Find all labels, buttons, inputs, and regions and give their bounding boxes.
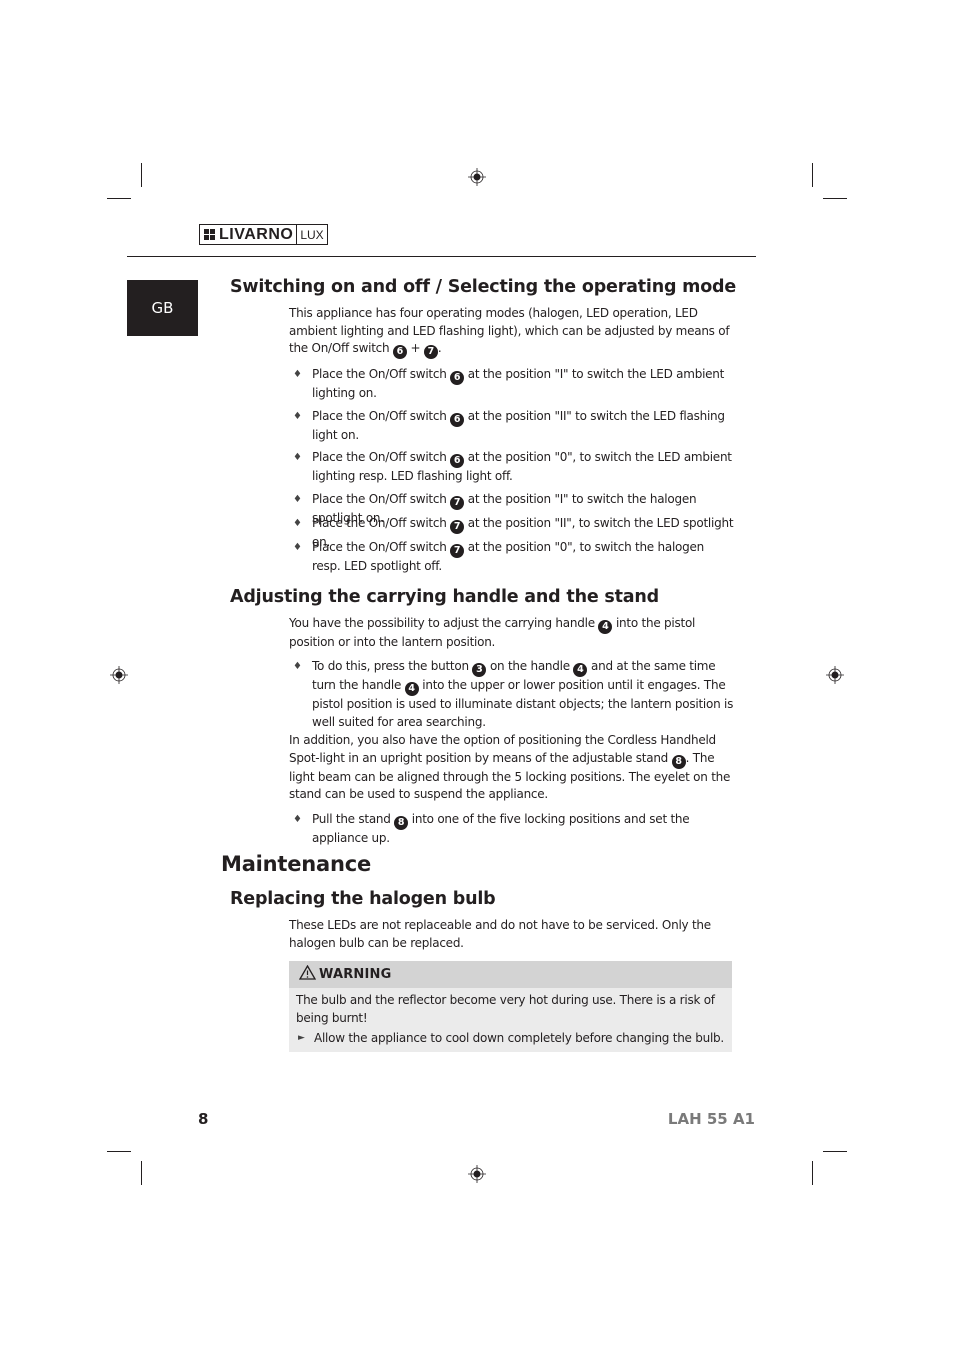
diamond-bullet-icon: ♦ xyxy=(293,369,302,380)
brand-logo-main: LIVARNO xyxy=(199,224,297,245)
paragraph: These LEDs are not replaceable and do no… xyxy=(289,918,711,950)
brand-name: LIVARNO xyxy=(219,225,294,243)
crop-mark xyxy=(107,1151,131,1152)
text: In addition, you also have the option of… xyxy=(289,733,716,765)
list-item: ♦ Pull the stand 8 into one of the five l… xyxy=(293,811,735,848)
model-number: LAH 55 A1 xyxy=(667,1110,755,1128)
list-item: ♦ Place the On/Off switch 6 at the positi… xyxy=(293,408,735,445)
text: Place the On/Off switch xyxy=(312,516,451,530)
diamond-bullet-icon: ♦ xyxy=(293,661,302,672)
text: To do this, press the button xyxy=(312,659,473,673)
callout-number: 8 xyxy=(671,754,686,769)
language-tab: GB xyxy=(127,280,198,336)
warning-triangle-icon xyxy=(298,964,317,984)
list-item: ♦ Place the On/Off switch 6 at the positi… xyxy=(293,449,735,486)
list-item: ♦ Place the On/Off switch 7 at the positi… xyxy=(293,539,735,576)
page-number: 8 xyxy=(198,1110,209,1128)
warning-step: ► Allow the appliance to cool down compl… xyxy=(296,1030,725,1048)
diamond-bullet-icon: ♦ xyxy=(293,518,302,529)
text: Place the On/Off switch xyxy=(312,492,451,506)
text: Place the On/Off switch xyxy=(312,450,451,464)
text: Pull the stand xyxy=(312,812,395,826)
diamond-bullet-icon: ♦ xyxy=(293,542,302,553)
text: Place the On/Off switch xyxy=(312,540,451,554)
crop-mark xyxy=(141,1161,142,1185)
registration-mark-icon xyxy=(468,1165,486,1183)
text: Place the On/Off switch xyxy=(312,409,451,423)
callout-number: 6 xyxy=(450,413,465,427)
crop-mark xyxy=(823,198,847,199)
paragraph: You have the possibility to adjust the c… xyxy=(289,615,734,652)
warning-label: WARNING xyxy=(319,967,392,982)
callout-number: 6 xyxy=(450,454,465,468)
crop-mark xyxy=(141,163,142,187)
registration-mark-icon xyxy=(826,666,844,684)
registration-mark-icon xyxy=(468,168,486,186)
callout-number: 7 xyxy=(450,544,465,558)
crop-mark xyxy=(812,1161,813,1185)
text: Place the On/Off switch xyxy=(312,367,451,381)
text: This appliance has four operating modes … xyxy=(289,306,730,355)
text: You have the possibility to adjust the c… xyxy=(289,616,599,630)
diamond-bullet-icon: ♦ xyxy=(293,494,302,505)
list-item: ♦ Place the On/Off switch 6 at the positi… xyxy=(293,366,735,403)
crop-mark xyxy=(107,198,131,199)
registration-mark-icon xyxy=(110,666,128,684)
warning-body: The bulb and the reflector become very h… xyxy=(289,988,732,1048)
brand-suffix: LUX xyxy=(296,224,328,245)
callout-number: 4 xyxy=(598,620,613,634)
paragraph: In addition, you also have the option of… xyxy=(289,732,734,804)
callout-number: 4 xyxy=(404,682,419,696)
callout-number: 6 xyxy=(392,345,407,359)
callout-number: 6 xyxy=(450,371,465,385)
diamond-bullet-icon: ♦ xyxy=(293,411,302,422)
text: + xyxy=(406,341,424,355)
warning-header: WARNING xyxy=(289,961,732,988)
section-heading: Replacing the halogen bulb xyxy=(230,889,496,909)
text: on the handle xyxy=(486,659,574,673)
crop-mark xyxy=(823,1151,847,1152)
diamond-bullet-icon: ♦ xyxy=(293,814,302,825)
callout-number: 3 xyxy=(472,663,487,677)
arrow-bullet-icon: ► xyxy=(298,1033,305,1043)
list-item: ♦ To do this, press the button 3 on the h… xyxy=(293,658,735,731)
callout-number: 7 xyxy=(423,345,438,359)
crop-mark xyxy=(812,163,813,187)
chapter-heading: Maintenance xyxy=(221,852,372,876)
warning-text: The bulb and the reflector become very h… xyxy=(296,993,715,1025)
callout-number: 8 xyxy=(394,816,409,830)
logo-squares-icon xyxy=(204,229,215,240)
section-heading: Switching on and off / Selecting the ope… xyxy=(230,277,737,297)
callout-number: 4 xyxy=(573,663,588,677)
callout-number: 7 xyxy=(450,496,465,510)
brand-logo: LIVARNO LUX xyxy=(199,224,328,245)
callout-number: 7 xyxy=(450,520,465,534)
paragraph: This appliance has four operating modes … xyxy=(289,305,734,359)
warning-box: WARNING The bulb and the reflector becom… xyxy=(289,961,732,1052)
text: . xyxy=(437,341,442,355)
header-divider xyxy=(127,256,756,257)
diamond-bullet-icon: ♦ xyxy=(293,452,302,463)
warning-step-text: Allow the appliance to cool down complet… xyxy=(314,1031,724,1045)
section-heading: Adjusting the carrying handle and the st… xyxy=(230,587,659,607)
